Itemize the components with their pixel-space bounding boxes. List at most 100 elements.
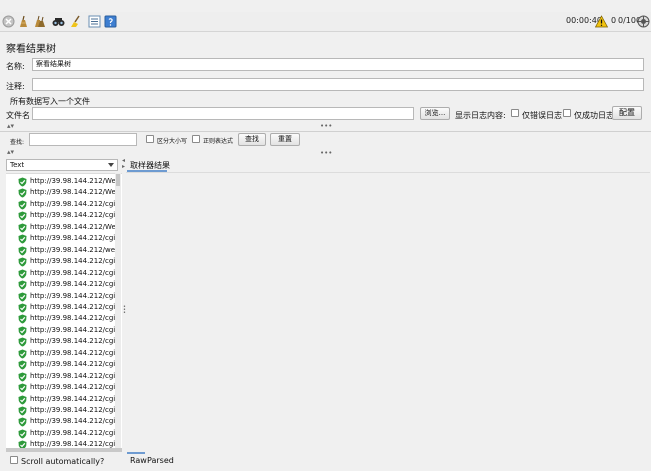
- result-url: http://39.98.144.212/cgi-bin: [30, 325, 116, 334]
- tree-row[interactable]: http://39.98.144.212/cgi-bin: [6, 394, 116, 405]
- find-button[interactable]: 查找: [238, 133, 266, 146]
- collapse-arrows[interactable]: ▴▾: [7, 123, 14, 130]
- result-url: http://39.98.144.212/cgi-bin: [30, 371, 116, 380]
- scrollbar-thumb[interactable]: [116, 174, 120, 186]
- tab-raw[interactable]: Raw: [130, 456, 147, 465]
- success-only-label: 仅成功日志: [574, 111, 614, 120]
- sampler-result-pane: [126, 172, 650, 452]
- result-url: http://39.98.144.212/cgi-bin: [30, 394, 116, 403]
- success-shield-icon: [18, 292, 27, 302]
- reset-button[interactable]: 重置: [270, 133, 300, 146]
- success-shield-icon: [18, 234, 27, 244]
- tree-row[interactable]: http://39.98.144.212/webtol: [6, 245, 116, 256]
- result-url: http://39.98.144.212/WebTo: [30, 188, 116, 197]
- tree-row[interactable]: http://39.98.144.212/WebTo: [6, 222, 116, 233]
- result-url: http://39.98.144.212/cgi-bin: [30, 211, 116, 220]
- tree-row[interactable]: http://39.98.144.212/cgi-bin: [6, 348, 116, 359]
- clear-icon[interactable]: [17, 15, 30, 28]
- success-shield-icon: [18, 223, 27, 233]
- splitter-grip-2[interactable]: •••: [320, 150, 332, 157]
- search-icon[interactable]: [52, 15, 65, 28]
- case-sensitive-checkbox[interactable]: [146, 135, 154, 143]
- tree-row[interactable]: http://39.98.144.212/WebTo: [6, 187, 116, 198]
- tree-row[interactable]: http://39.98.144.212/cgi-bin: [6, 233, 116, 244]
- success-shield-icon: [18, 337, 27, 347]
- function-helper-icon[interactable]: [88, 15, 101, 28]
- tree-row[interactable]: http://39.98.144.212/WebTo: [6, 176, 116, 187]
- search-input[interactable]: [29, 133, 137, 146]
- result-url: http://39.98.144.212/cgi-bin: [30, 234, 116, 243]
- browse-button[interactable]: 浏览...: [420, 107, 450, 120]
- success-shield-icon: [18, 417, 27, 427]
- success-shield-icon: [18, 177, 27, 187]
- result-url: http://39.98.144.212/cgi-bin: [30, 302, 116, 311]
- chevron-down-icon: [108, 163, 114, 167]
- tree-row[interactable]: http://39.98.144.212/cgi-bin: [6, 268, 116, 279]
- splitter-grip[interactable]: •••: [320, 123, 332, 130]
- regex-checkbox[interactable]: [192, 135, 200, 143]
- success-shield-icon: [18, 395, 27, 405]
- success-shield-icon: [18, 314, 27, 324]
- filename-input[interactable]: [32, 107, 414, 120]
- result-url: http://39.98.144.212/WebTo: [30, 222, 116, 231]
- broom-icon[interactable]: [68, 15, 81, 28]
- stop-icon[interactable]: [2, 15, 15, 28]
- success-shield-icon: [18, 280, 27, 290]
- renderer-value: Text: [10, 161, 25, 169]
- tree-row[interactable]: http://39.98.144.212/cgi-bin: [6, 416, 116, 427]
- result-url: http://39.98.144.212/cgi-bin: [30, 383, 116, 392]
- comment-input[interactable]: [32, 78, 644, 91]
- name-input[interactable]: 察看结果树: [32, 58, 644, 71]
- tree-row[interactable]: http://39.98.144.212/cgi-bin: [6, 439, 116, 448]
- clear-all-icon[interactable]: [33, 15, 46, 28]
- result-url: http://39.98.144.212/cgi-bin: [30, 417, 116, 426]
- result-url: http://39.98.144.212/cgi-bin: [30, 348, 116, 357]
- tree-row[interactable]: http://39.98.144.212/cgi-bin: [6, 302, 116, 313]
- tree-scrollbar[interactable]: [115, 173, 121, 448]
- scroll-auto-checkbox[interactable]: [10, 456, 18, 464]
- tree-row[interactable]: http://39.98.144.212/cgi-bin: [6, 279, 116, 290]
- tree-row[interactable]: http://39.98.144.212/cgi-bin: [6, 382, 116, 393]
- tree-row[interactable]: http://39.98.144.212/cgi-bin: [6, 210, 116, 221]
- tree-row[interactable]: http://39.98.144.212/cgi-bin: [6, 291, 116, 302]
- scroll-auto-label: Scroll automatically?: [21, 457, 105, 466]
- renderer-select[interactable]: Text: [6, 159, 118, 171]
- tree-row[interactable]: http://39.98.144.212/cgi-bin: [6, 256, 116, 267]
- success-only-checkbox[interactable]: [563, 109, 571, 117]
- tree-row[interactable]: http://39.98.144.212/cgi-bin: [6, 336, 116, 347]
- success-shield-icon: [18, 360, 27, 370]
- tree-horizontal-scrollbar[interactable]: [6, 448, 122, 452]
- result-url: http://39.98.144.212/cgi-bin: [30, 314, 116, 323]
- results-tree[interactable]: http://39.98.144.212/WebTo http://39.98.1…: [6, 173, 122, 448]
- tree-row[interactable]: http://39.98.144.212/cgi-bin: [6, 199, 116, 210]
- tree-row[interactable]: http://39.98.144.212/cgi-bin: [6, 405, 116, 416]
- result-url: http://39.98.144.212/cgi-bin: [30, 360, 116, 369]
- page-title: 察看结果树: [6, 44, 56, 55]
- result-url: http://39.98.144.212/webtol: [30, 245, 116, 254]
- errors-only-checkbox[interactable]: [511, 109, 519, 117]
- result-url: http://39.98.144.212/cgi-bin: [30, 406, 116, 414]
- search-label: 查找:: [10, 139, 25, 146]
- case-sensitive-label: 区分大小写: [157, 138, 188, 145]
- collapse-arrows-2[interactable]: ▴▾: [7, 149, 14, 156]
- warning-icon[interactable]: [595, 15, 608, 28]
- success-shield-icon: [18, 349, 27, 359]
- result-url: http://39.98.144.212/cgi-bin: [30, 291, 116, 300]
- split-arrows[interactable]: ◂ ▸: [122, 158, 126, 170]
- result-url: http://39.98.144.212/cgi-bin: [30, 268, 116, 277]
- divider: [0, 131, 651, 132]
- filename-label: 文件名: [6, 111, 30, 120]
- result-url: http://39.98.144.212/cgi-bin: [30, 337, 116, 346]
- help-icon[interactable]: [104, 15, 117, 28]
- raw-tab-indicator: [127, 452, 145, 454]
- tree-row[interactable]: http://39.98.144.212/cgi-bin: [6, 428, 116, 439]
- comment-label: 注释:: [6, 82, 25, 91]
- tree-row[interactable]: http://39.98.144.212/cgi-bin: [6, 371, 116, 382]
- tab-parsed[interactable]: Parsed: [147, 456, 174, 465]
- configure-button[interactable]: 配置: [612, 106, 642, 120]
- result-url: http://39.98.144.212/cgi-bin: [30, 257, 116, 266]
- tree-row[interactable]: http://39.98.144.212/cgi-bin: [6, 359, 116, 370]
- tree-row[interactable]: http://39.98.144.212/cgi-bin: [6, 325, 116, 336]
- tree-row[interactable]: http://39.98.144.212/cgi-bin: [6, 313, 116, 324]
- success-shield-icon: [18, 257, 27, 267]
